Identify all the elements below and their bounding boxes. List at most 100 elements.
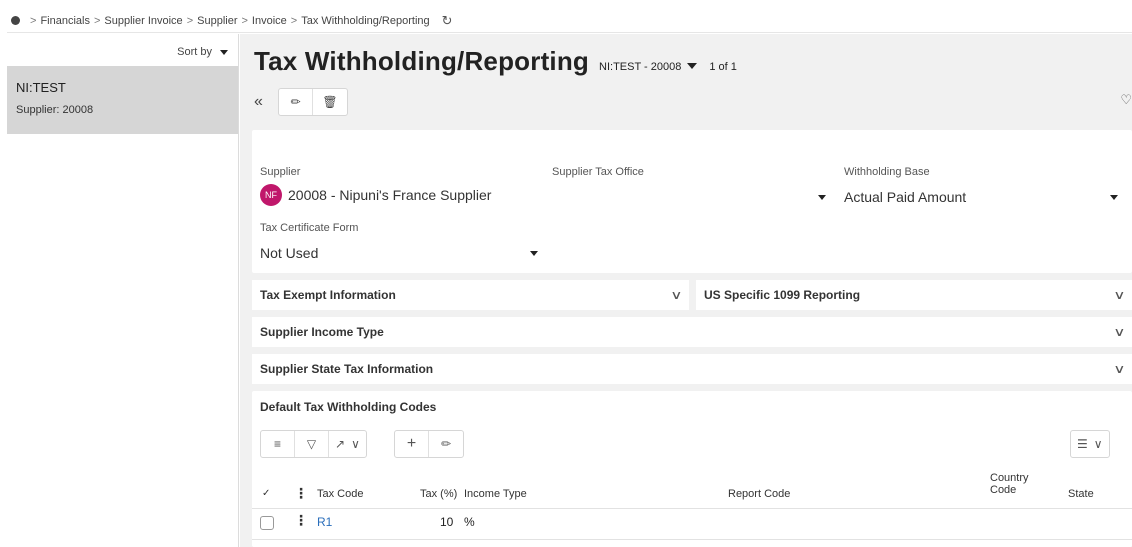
select-all-checkmark[interactable]: ✓ bbox=[262, 488, 270, 499]
column-header-state[interactable]: State bbox=[1068, 488, 1094, 500]
column-header-tax-code[interactable]: Tax Code bbox=[317, 488, 363, 500]
record-list-panel: Sort by NI:TEST Supplier: 20008 bbox=[7, 34, 239, 547]
caret-down-icon bbox=[530, 251, 538, 256]
export-button[interactable]: ↗ ∨ bbox=[329, 431, 366, 457]
tax-exempt-section-header[interactable]: Tax Exempt Information ∨ bbox=[252, 280, 689, 310]
income-type-section-title: Supplier Income Type bbox=[260, 325, 384, 339]
caret-down-icon bbox=[818, 195, 826, 200]
chevron-down-icon: ∨ bbox=[351, 437, 360, 451]
filter-button[interactable]: ▽ bbox=[295, 431, 329, 457]
edit-icon: ✏︎ bbox=[440, 437, 452, 451]
add-button[interactable]: + bbox=[395, 431, 429, 457]
record-id: NI:TEST - 20008 bbox=[599, 61, 682, 73]
breadcrumb-item-supplier-invoice[interactable]: Supplier Invoice bbox=[104, 15, 182, 27]
breadcrumb-item-invoice[interactable]: Invoice bbox=[252, 15, 287, 27]
header-divider bbox=[252, 508, 1132, 509]
list-icon: ≡ bbox=[273, 437, 281, 451]
chevron-down-icon: ∨ bbox=[670, 288, 683, 302]
state-tax-section-title: Supplier State Tax Information bbox=[260, 362, 434, 376]
column-chooser-button[interactable]: ☰ ∨ bbox=[1071, 431, 1109, 457]
tax-certificate-form-label: Tax Certificate Form bbox=[260, 222, 359, 234]
table-edit-group: + ✏︎ bbox=[394, 430, 464, 458]
withholding-base-value: Actual Paid Amount bbox=[844, 189, 967, 205]
column-chooser-icon: ☰ bbox=[1077, 437, 1088, 451]
breadcrumb-item-supplier[interactable]: Supplier bbox=[197, 15, 237, 27]
sort-by-dropdown[interactable]: Sort by bbox=[177, 46, 228, 58]
record-selector[interactable]: NI:TEST - 20008 bbox=[599, 61, 698, 73]
cell-pct-sign: % bbox=[464, 515, 475, 529]
delete-button[interactable]: 🗑︎ bbox=[313, 89, 347, 115]
filter-icon: ▽ bbox=[306, 437, 317, 451]
main-content: Tax Withholding/Reporting NI:TEST - 2000… bbox=[240, 34, 1132, 547]
delete-icon: 🗑︎ bbox=[322, 95, 338, 109]
collapse-left-icon[interactable]: « bbox=[254, 93, 274, 111]
tax-exempt-section-title: Tax Exempt Information bbox=[260, 288, 396, 302]
export-icon: ↗ bbox=[335, 437, 346, 451]
column-header-tax-pct[interactable]: Tax (%) bbox=[420, 488, 457, 500]
breadcrumb-separator: > bbox=[30, 14, 37, 27]
supplier-tax-office-label: Supplier Tax Office bbox=[552, 166, 644, 178]
record-count: 1 of 1 bbox=[709, 61, 737, 73]
cell-tax-pct: 10 bbox=[440, 515, 454, 529]
breadcrumb-item-financials[interactable]: Financials bbox=[40, 15, 90, 27]
record-supplier-label: Supplier: bbox=[16, 104, 60, 116]
chevron-down-icon: ∨ bbox=[1093, 437, 1103, 451]
add-icon: + bbox=[406, 435, 417, 452]
breadcrumb-separator: > bbox=[186, 14, 194, 27]
record-name: NI:TEST bbox=[16, 80, 66, 95]
caret-down-icon bbox=[1110, 195, 1118, 200]
column-header-country-code[interactable]: Country Code bbox=[990, 472, 1029, 496]
avatar: NF bbox=[260, 184, 282, 206]
supplier-tax-office-select[interactable] bbox=[552, 187, 838, 207]
withholding-base-select[interactable]: Actual Paid Amount bbox=[844, 187, 1130, 207]
cell-tax-code[interactable]: R1 bbox=[317, 515, 332, 529]
supplier-label: Supplier bbox=[260, 166, 301, 178]
table-toolbar-group: ≡ ▽ ↗ ∨ bbox=[260, 430, 367, 458]
breadcrumb: > Financials > Supplier Invoice > Suppli… bbox=[7, 9, 1132, 33]
edit-row-button[interactable]: ✏︎ bbox=[429, 431, 463, 457]
column-header-country-line1: Country bbox=[990, 472, 1029, 484]
income-type-section-header[interactable]: Supplier Income Type ∨ bbox=[252, 317, 1132, 347]
chevron-down-icon: ∨ bbox=[1113, 288, 1126, 302]
kebab-icon[interactable]: ⋮ bbox=[294, 485, 308, 502]
column-chooser-group: ☰ ∨ bbox=[1070, 430, 1110, 458]
column-header-country-line2: Code bbox=[990, 484, 1017, 496]
sort-by-label: Sort by bbox=[177, 46, 212, 58]
status-dot-icon bbox=[11, 16, 20, 25]
supplier-value: 20008 - Nipuni's France Supplier bbox=[288, 187, 492, 203]
withholding-base-label: Withholding Base bbox=[844, 166, 930, 178]
caret-down-icon bbox=[687, 63, 698, 69]
page-title: Tax Withholding/Reporting bbox=[254, 46, 590, 76]
record-supplier-value: 20008 bbox=[62, 104, 94, 116]
command-bar: « ✏︎ 🗑︎ bbox=[254, 88, 348, 116]
column-header-income-type[interactable]: Income Type bbox=[464, 488, 527, 500]
edit-icon: ✏︎ bbox=[290, 95, 301, 109]
caret-down-icon bbox=[220, 49, 228, 55]
heart-icon[interactable]: ♡ bbox=[1120, 92, 1132, 108]
supplier-field[interactable]: NF 20008 - Nipuni's France Supplier bbox=[260, 184, 491, 206]
tax-certificate-form-select[interactable]: Not Used bbox=[260, 243, 546, 263]
command-group: ✏︎ 🗑︎ bbox=[278, 88, 348, 116]
breadcrumb-item-current: Tax Withholding/Reporting bbox=[301, 14, 430, 27]
breadcrumb-separator: > bbox=[241, 14, 248, 27]
table-title: Default Tax Withholding Codes bbox=[260, 400, 437, 414]
state-tax-section-header[interactable]: Supplier State Tax Information ∨ bbox=[252, 354, 1132, 384]
default-tax-codes-card: Default Tax Withholding Codes ≡ ▽ ↗ ∨ + ✏… bbox=[252, 391, 1132, 547]
breadcrumb-separator: > bbox=[290, 14, 298, 27]
record-supplier: Supplier: 20008 bbox=[16, 104, 238, 116]
breadcrumb-separator: > bbox=[93, 14, 101, 27]
edit-button[interactable]: ✏︎ bbox=[279, 89, 313, 115]
row-divider bbox=[252, 539, 1132, 540]
checkbox-icon[interactable] bbox=[260, 516, 274, 530]
chevron-down-icon: ∨ bbox=[1113, 325, 1126, 339]
chevron-down-icon: ∨ bbox=[1113, 362, 1126, 376]
us-1099-section-title: US Specific 1099 Reporting bbox=[704, 288, 861, 302]
kebab-icon[interactable]: ⋮ bbox=[294, 512, 308, 529]
tax-certificate-form-value: Not Used bbox=[260, 245, 319, 261]
refresh-icon[interactable]: ↻ bbox=[442, 13, 453, 29]
general-form-card: Supplier NF 20008 - Nipuni's France Supp… bbox=[252, 130, 1132, 273]
column-header-report-code[interactable]: Report Code bbox=[728, 488, 790, 500]
us-1099-section-header[interactable]: US Specific 1099 Reporting ∨ bbox=[696, 280, 1132, 310]
list-item[interactable]: NI:TEST Supplier: 20008 bbox=[7, 66, 238, 134]
list-button[interactable]: ≡ bbox=[261, 431, 295, 457]
